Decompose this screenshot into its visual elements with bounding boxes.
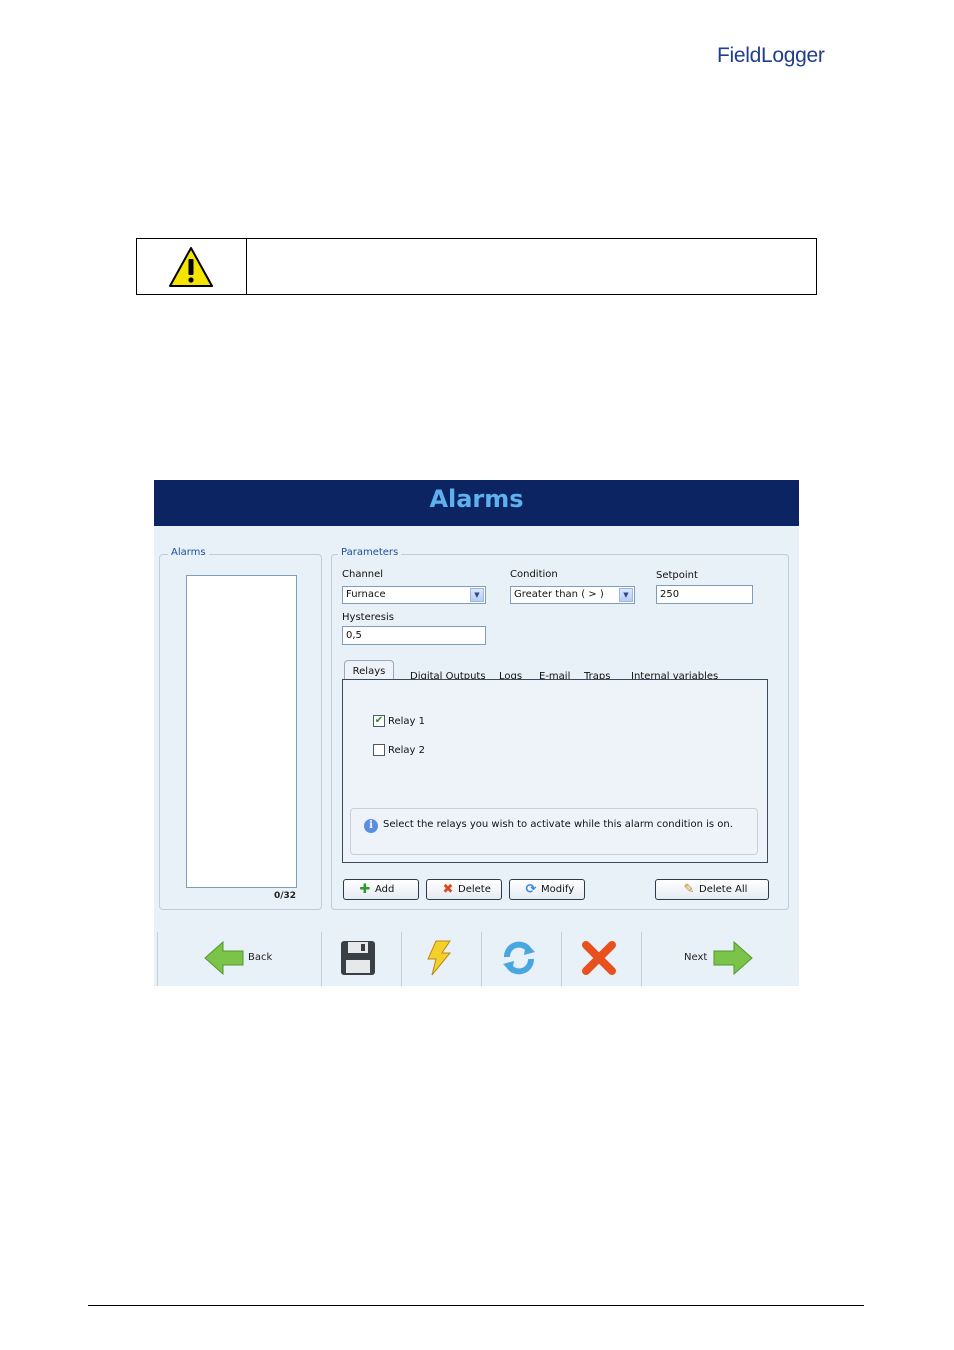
relay-2-checkbox[interactable]	[373, 744, 385, 756]
condition-label: Condition	[510, 569, 558, 580]
tab-relays[interactable]: Relays	[344, 660, 394, 680]
relay-2-label[interactable]: Relay 2	[388, 745, 425, 756]
toolbar-separator	[481, 932, 482, 986]
hysteresis-input[interactable]: 0,5	[342, 626, 486, 645]
floppy-disk-icon	[341, 941, 375, 975]
next-button[interactable]: Next	[683, 940, 753, 976]
refresh-button[interactable]	[501, 940, 537, 976]
warning-box	[136, 238, 817, 295]
refresh-icon: ⟳	[525, 882, 537, 897]
app-header: Alarms	[154, 480, 799, 526]
channel-select[interactable]: Furnace ▼	[342, 586, 486, 604]
relays-tab-panel: ✔ Relay 1 Relay 2 i Select the relays yo…	[342, 679, 768, 863]
refresh-icon	[503, 941, 535, 975]
broom-icon: ✎	[683, 882, 695, 897]
back-button[interactable]: Back	[204, 940, 284, 976]
toolbar-separator	[561, 932, 562, 986]
send-configuration-button[interactable]	[424, 940, 454, 976]
info-text: Select the relays you wish to activate w…	[383, 819, 733, 830]
next-label: Next	[684, 952, 708, 963]
info-box: i Select the relays you wish to activate…	[350, 808, 758, 855]
save-button[interactable]	[340, 940, 376, 976]
chevron-down-icon[interactable]: ▼	[619, 588, 633, 602]
alarms-listbox[interactable]	[186, 575, 297, 888]
back-label: Back	[248, 952, 273, 963]
page-title: Alarms	[429, 485, 524, 513]
warning-icon	[169, 247, 213, 287]
arrow-left-icon	[204, 940, 244, 976]
modify-button[interactable]: ⟳ Modify	[509, 879, 585, 900]
delete-all-button[interactable]: ✎ Delete All	[655, 879, 769, 900]
condition-select-value: Greater than ( > )	[514, 589, 604, 600]
chevron-down-icon[interactable]: ▼	[470, 588, 484, 602]
condition-select[interactable]: Greater than ( > ) ▼	[510, 586, 635, 604]
delete-x-icon: ✖	[442, 882, 454, 897]
toolbar-separator	[401, 932, 402, 986]
footer-rule	[88, 1305, 864, 1306]
setpoint-input[interactable]: 250	[656, 585, 753, 604]
toolbar-separator	[641, 932, 642, 986]
setpoint-label: Setpoint	[656, 570, 698, 581]
toolbar-separator	[321, 932, 322, 986]
plus-icon: ✚	[359, 882, 371, 897]
info-icon: i	[364, 819, 378, 833]
relay-1-label[interactable]: Relay 1	[388, 716, 425, 727]
delete-button[interactable]: ✖ Delete	[426, 879, 502, 900]
toolbar-separator	[157, 932, 158, 986]
cancel-button[interactable]	[582, 941, 616, 975]
arrow-right-icon	[713, 940, 753, 976]
add-button[interactable]: ✚ Add	[343, 879, 419, 900]
lightning-icon	[427, 940, 452, 976]
channel-select-value: Furnace	[346, 589, 386, 600]
alarms-counter: 0/32	[274, 891, 297, 901]
close-icon	[582, 941, 616, 975]
parameters-group-label: Parameters	[338, 547, 402, 558]
fieldlogger-logo: FieldLogger	[717, 44, 825, 67]
relay-1-checkbox[interactable]: ✔	[373, 715, 385, 727]
alarms-group-label: Alarms	[168, 547, 209, 558]
hysteresis-label: Hysteresis	[342, 612, 394, 623]
channel-label: Channel	[342, 569, 384, 580]
alarms-window: Alarms Alarms 0/32 Parameters Channel Fu…	[154, 480, 799, 986]
